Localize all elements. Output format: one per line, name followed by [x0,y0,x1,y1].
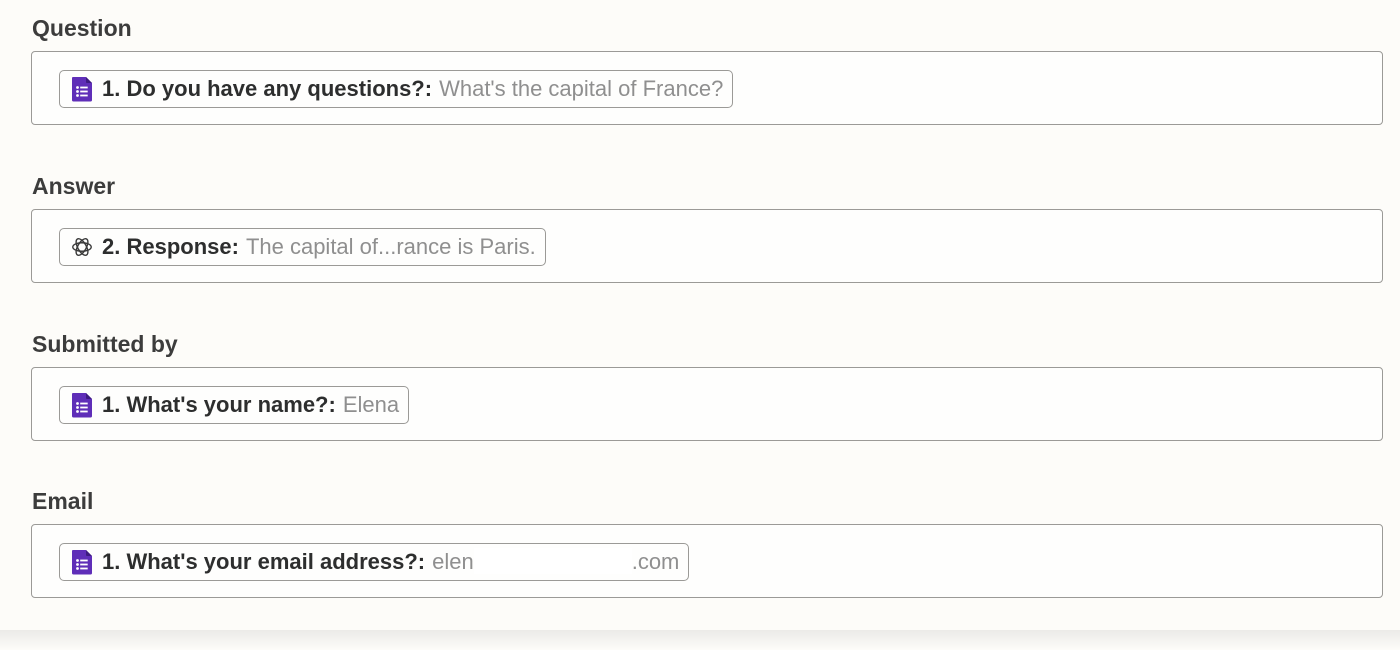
question-label: Question [32,15,132,41]
pill-value: elen .com [432,548,680,575]
pill-key: 1. Do you have any questions?: [102,76,433,101]
submitted-by-input[interactable]: 1. What's your name?: Elena [31,367,1383,441]
pill-key: 1. What's your name?: [102,392,336,417]
question-mapped-pill[interactable]: 1. Do you have any questions?: What's th… [59,70,734,108]
answer-input[interactable]: 2. Response: The capital of...rance is P… [31,209,1383,283]
submitted-by-label: Submitted by [32,331,178,357]
google-forms-icon [70,392,94,418]
question-input[interactable]: 1. Do you have any questions?: What's th… [31,51,1383,125]
google-forms-icon [70,549,94,575]
pill-key: 1. What's your email address?: [102,549,426,574]
pill-value: The capital of...rance is Paris. [245,234,536,259]
pill-value: Elena [342,392,400,417]
redaction-block [473,548,632,575]
email-value-prefix: elen [432,549,474,574]
google-forms-icon [70,76,94,102]
email-mapped-pill[interactable]: 1. What's your email address?: elen .com [59,543,690,581]
pill-value: What's the capital of France? [439,76,724,101]
email-input[interactable]: 1. What's your email address?: elen .com [31,524,1383,598]
openai-icon [70,234,94,260]
email-label: Email [32,488,94,514]
answer-mapped-pill[interactable]: 2. Response: The capital of...rance is P… [59,228,546,266]
answer-label: Answer [32,173,116,199]
submitted-by-mapped-pill[interactable]: 1. What's your name?: Elena [59,386,410,424]
email-value-suffix: .com [631,549,680,574]
pill-key: 2. Response: [102,234,239,259]
bottom-edge-shadow [0,630,1400,650]
